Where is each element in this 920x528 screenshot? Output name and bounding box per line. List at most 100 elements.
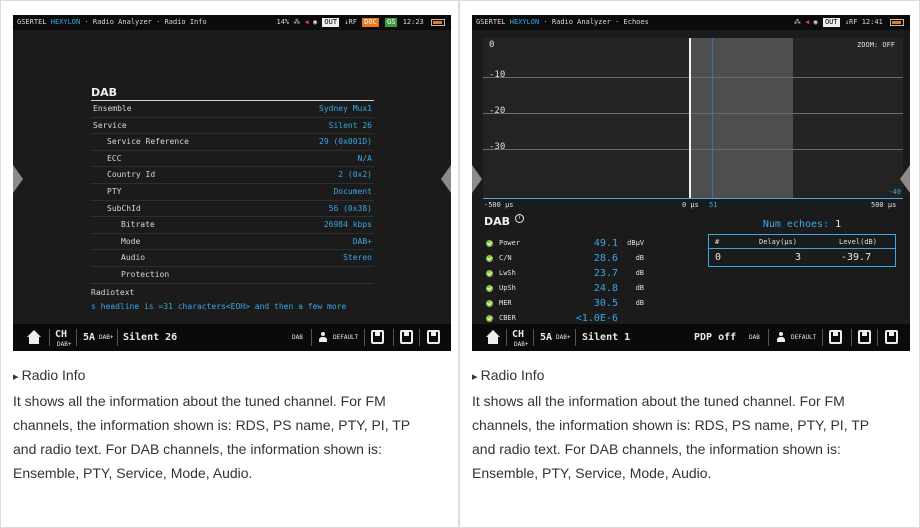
brand-label: GSERTEL bbox=[476, 18, 506, 26]
save-screenshot-icon[interactable] bbox=[371, 330, 384, 344]
measurement-row: LwSh 23.7 dB bbox=[486, 266, 666, 281]
user-icon[interactable] bbox=[319, 332, 327, 343]
divider bbox=[822, 329, 823, 346]
doc-badge: DOC bbox=[362, 17, 379, 27]
measurement-name: C/N bbox=[499, 254, 512, 262]
y-tick-label: -20 bbox=[489, 106, 506, 116]
divider bbox=[877, 329, 878, 346]
service-name[interactable]: Silent 26 bbox=[123, 324, 177, 351]
measurement-unit: dBµV bbox=[627, 239, 644, 247]
next-page-arrow-icon[interactable] bbox=[900, 165, 910, 193]
x-axis-max-label: 500 µs bbox=[871, 201, 897, 209]
measurement-unit: dB bbox=[635, 269, 644, 277]
gridline bbox=[483, 113, 903, 114]
dab-info-table: DAB Ensemble Sydney Mux1 Service Silent 26 S… bbox=[91, 85, 374, 314]
measurement-unit: dB bbox=[635, 284, 644, 292]
mute-icon: ◀ bbox=[805, 18, 810, 26]
table-row: 0 3 -39.7 bbox=[709, 249, 895, 266]
info-row-value: 56 (0x38) bbox=[328, 203, 372, 213]
echo-plot[interactable]: 0 -10 -20 -30 -40 ZOOM: OFF bbox=[483, 38, 903, 198]
info-row-label: Mode bbox=[121, 236, 141, 246]
echoes-count-line: Num echoes: 1 bbox=[708, 218, 896, 232]
battery-icon bbox=[890, 18, 904, 26]
y-tick-label: -30 bbox=[489, 142, 506, 152]
dab-mode-label: DAB bbox=[292, 334, 303, 341]
measurement-list: Power 49.1 dBµV C/N 28.6 dB LwSh 23.7 dB UpSh 24.8… bbox=[486, 236, 666, 326]
measurement-value: 23.7 bbox=[593, 268, 618, 279]
service-name[interactable]: Silent 1 bbox=[582, 324, 630, 351]
measurement-row: MER 30.5 dB bbox=[486, 296, 666, 311]
gs-badge: GS bbox=[385, 17, 398, 27]
status-indicators: 14% ⁂ ◀ ◉ OUT ↓RF DOC GS 12:23 bbox=[276, 15, 445, 30]
prev-page-arrow-icon[interactable] bbox=[472, 165, 482, 193]
info-row-value: 26984 kbps bbox=[323, 220, 372, 230]
measurement-value: 49.1 bbox=[593, 238, 618, 249]
zoom-indicator[interactable]: ZOOM: OFF bbox=[857, 41, 895, 49]
target-icon: ◉ bbox=[312, 18, 318, 26]
info-row-label: Ensemble bbox=[93, 104, 132, 113]
status-indicators: ⁂ ◀ ◉ OUT ↓RF 12:41 bbox=[794, 15, 904, 30]
divider bbox=[506, 329, 507, 346]
profile-label[interactable]: DEFAULT bbox=[791, 324, 816, 351]
info-row-value: Stereo bbox=[343, 253, 372, 263]
channel-number[interactable]: 5A bbox=[540, 324, 552, 351]
battery-percent: 14% bbox=[276, 18, 290, 26]
save-icon[interactable] bbox=[858, 330, 871, 344]
echo-delay: 3 bbox=[795, 252, 802, 263]
info-row-value: N/A bbox=[357, 153, 372, 163]
brand-label: GSERTEL bbox=[17, 18, 47, 26]
measurement-name: Power bbox=[499, 239, 521, 247]
bottom-toolbar: CH DAB+ 5A DAB+ Silent 1 PDP off DAB DEF… bbox=[472, 324, 910, 351]
user-icon[interactable] bbox=[777, 332, 785, 343]
info-row-value: DAB+ bbox=[352, 236, 372, 246]
info-row-label: Audio bbox=[121, 253, 146, 263]
save-screenshot-icon[interactable] bbox=[829, 330, 842, 344]
status-ok-icon bbox=[486, 270, 493, 277]
caption-title: Radio Info bbox=[472, 363, 872, 389]
info-row-value: Sydney Mux1 bbox=[319, 104, 372, 113]
measurement-row: UpSh 24.8 dB bbox=[486, 281, 666, 296]
info-row-label: Service bbox=[93, 120, 127, 130]
echoes-table-header: # Delay(µs) Level(dB) bbox=[709, 235, 895, 249]
measurement-name: LwSh bbox=[499, 269, 516, 277]
network-icon: ⁂ bbox=[293, 18, 301, 26]
measurement-name: MER bbox=[499, 299, 512, 307]
info-row: SubChId 56 (0x38) bbox=[91, 201, 374, 218]
info-row: PTY Document bbox=[91, 184, 374, 201]
caption: Radio Info It shows all the information … bbox=[472, 363, 872, 485]
measurement-row: C/N 28.6 dB bbox=[486, 251, 666, 266]
breadcrumb: · Radio Analyzer · Radio Info bbox=[84, 18, 207, 26]
info-row-value: Document bbox=[333, 186, 372, 196]
brand-product: HEXYLON bbox=[50, 18, 81, 26]
divider bbox=[49, 329, 50, 346]
pdp-toggle[interactable]: PDP off bbox=[694, 324, 736, 351]
clock: 12:41 bbox=[861, 18, 883, 26]
divider bbox=[311, 329, 312, 346]
info-icon[interactable]: i bbox=[515, 214, 524, 223]
home-icon[interactable] bbox=[27, 330, 41, 344]
echo-level: -39.7 bbox=[841, 252, 872, 263]
profile-label[interactable]: DEFAULT bbox=[333, 324, 358, 351]
prev-page-arrow-icon[interactable] bbox=[13, 165, 23, 193]
status-bar: GSERTEL HEXYLON · Radio Analyzer · Echoe… bbox=[472, 15, 910, 30]
echoes-screen: GSERTEL HEXYLON · Radio Analyzer · Echoe… bbox=[472, 15, 910, 351]
channel-number[interactable]: 5A bbox=[83, 324, 95, 351]
next-page-arrow-icon[interactable] bbox=[441, 165, 451, 193]
echoes-count-label: Num echoes: bbox=[762, 219, 830, 230]
divider bbox=[117, 329, 118, 346]
guard-interval-region bbox=[689, 38, 793, 198]
home-icon[interactable] bbox=[486, 330, 500, 344]
target-icon: ◉ bbox=[813, 18, 818, 26]
save-data-icon[interactable] bbox=[885, 330, 898, 344]
caption-text: It shows all the information about the t… bbox=[472, 393, 869, 481]
divider bbox=[768, 329, 769, 346]
info-row-label: Country Id bbox=[107, 170, 156, 180]
radiotext-value: s headline is =31 characters<EOH> and th… bbox=[91, 301, 347, 311]
save-data-icon[interactable] bbox=[427, 330, 440, 344]
save-icon[interactable] bbox=[400, 330, 413, 344]
caption: Radio Info It shows all the information … bbox=[13, 363, 413, 485]
measurement-value: 30.5 bbox=[593, 298, 618, 309]
caption-title: Radio Info bbox=[13, 363, 413, 389]
info-row-label: Service Reference bbox=[107, 137, 189, 147]
measurement-row: Power 49.1 dBµV bbox=[486, 236, 666, 251]
